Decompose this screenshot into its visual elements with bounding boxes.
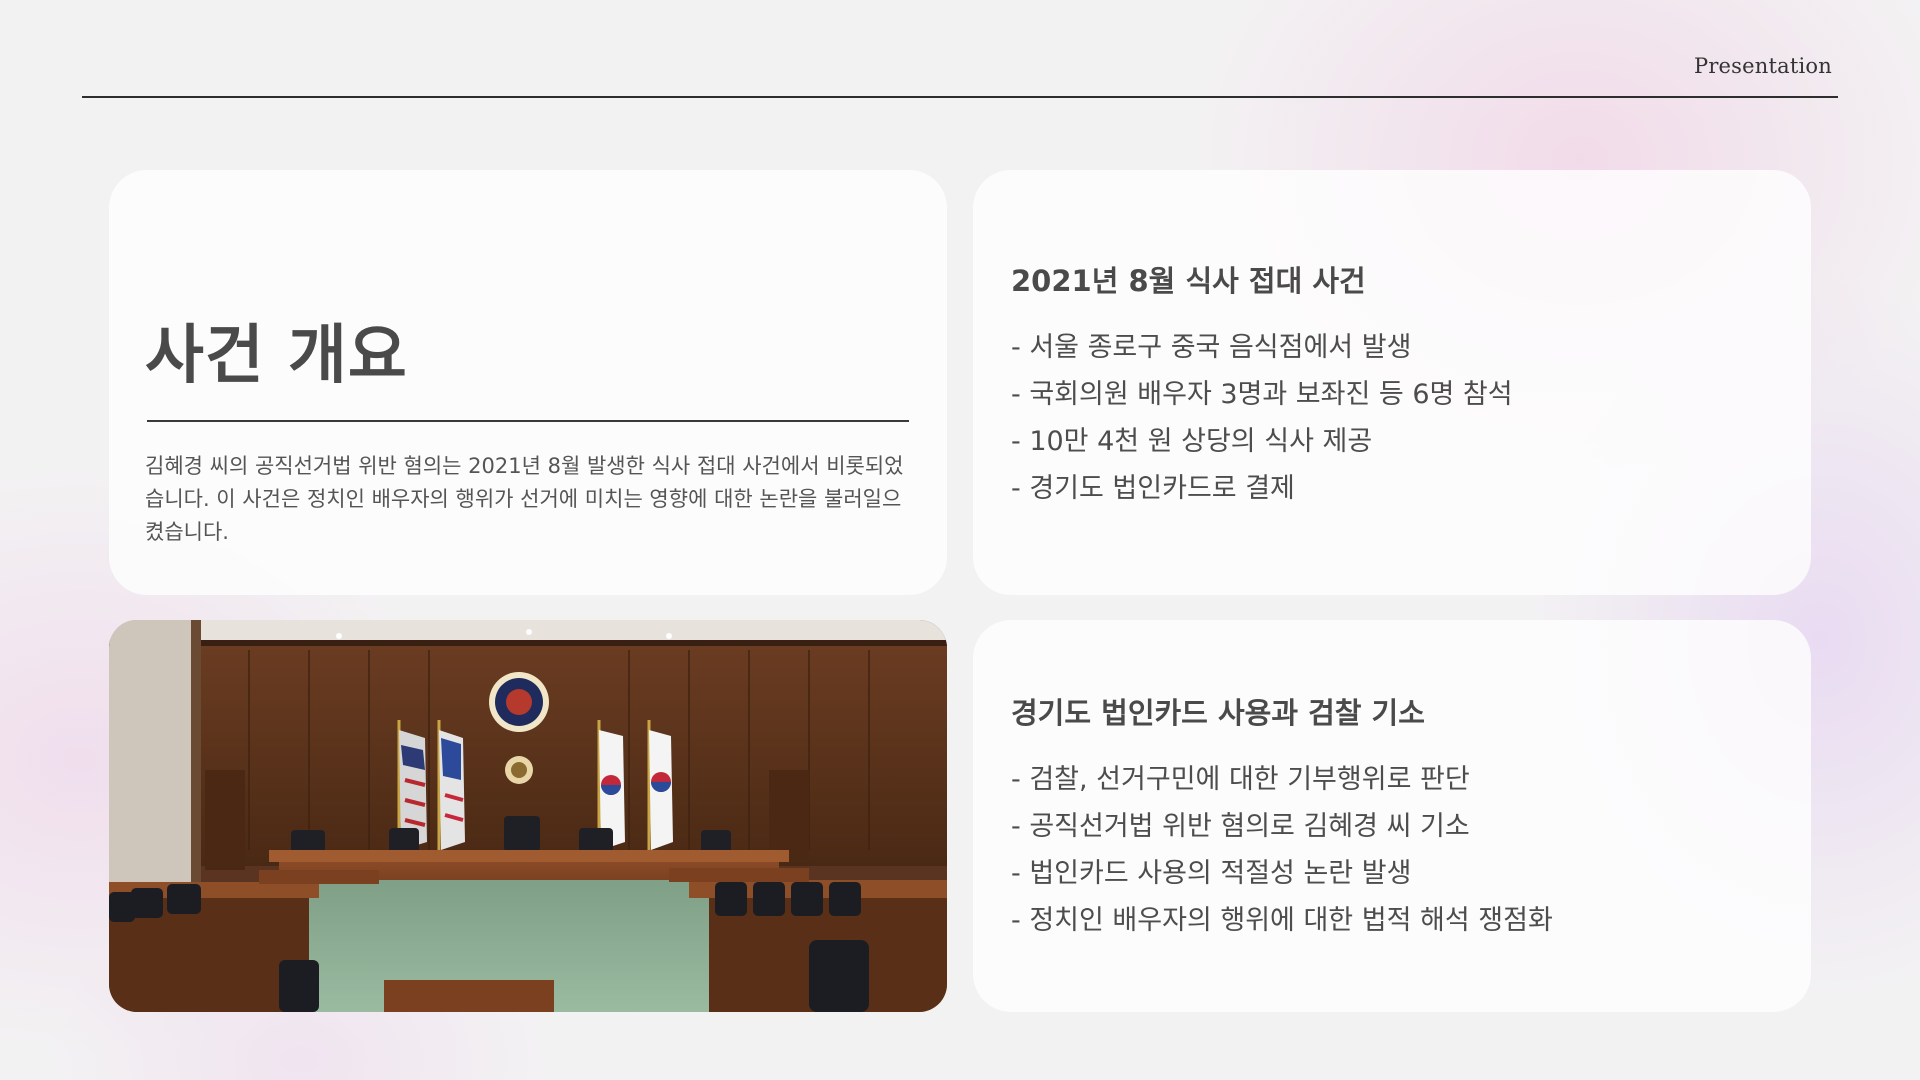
- event-title: 2021년 8월 식사 접대 사건: [1011, 264, 1366, 298]
- charge-bullet: - 법인카드 사용의 적절성 논란 발생: [1011, 858, 1412, 889]
- event-bullet: - 경기도 법인카드로 결제: [1011, 473, 1295, 504]
- overview-divider: [147, 420, 909, 422]
- charge-bullet: - 정치인 배우자의 행위에 대한 법적 해석 쟁점화: [1011, 905, 1553, 936]
- event-bullet: - 국회의원 배우자 3명과 보좌진 등 6명 참석: [1011, 379, 1513, 410]
- charge-title: 경기도 법인카드 사용과 검찰 기소: [1011, 696, 1425, 730]
- charge-bullet: - 공직선거법 위반 혐의로 김혜경 씨 기소: [1011, 811, 1470, 842]
- event-bullet-list: - 서울 종로구 중국 음식점에서 발생 - 국회의원 배우자 3명과 보좌진 …: [1011, 324, 1513, 512]
- charge-card: 경기도 법인카드 사용과 검찰 기소 - 검찰, 선거구민에 대한 기부행위로 …: [973, 620, 1811, 1012]
- event-bullet: - 서울 종로구 중국 음식점에서 발생: [1011, 332, 1412, 363]
- overview-card: 사건 개요 김혜경 씨의 공직선거법 위반 혐의는 2021년 8월 발생한 식…: [109, 170, 947, 595]
- presentation-label: Presentation: [1693, 54, 1832, 78]
- overview-title: 사건 개요: [145, 319, 408, 393]
- courtroom-image: [109, 620, 947, 1012]
- courtroom-photo: [109, 620, 947, 1012]
- charge-bullet: - 검찰, 선거구민에 대한 기부행위로 판단: [1011, 764, 1470, 795]
- header-divider: [82, 96, 1838, 98]
- event-card: 2021년 8월 식사 접대 사건 - 서울 종로구 중국 음식점에서 발생 -…: [973, 170, 1811, 595]
- overview-text: 김혜경 씨의 공직선거법 위반 혐의는 2021년 8월 발생한 식사 접대 사…: [145, 454, 904, 544]
- charge-bullet-list: - 검찰, 선거구민에 대한 기부행위로 판단 - 공직선거법 위반 혐의로 김…: [1011, 756, 1553, 944]
- event-bullet: - 10만 4천 원 상당의 식사 제공: [1011, 426, 1373, 457]
